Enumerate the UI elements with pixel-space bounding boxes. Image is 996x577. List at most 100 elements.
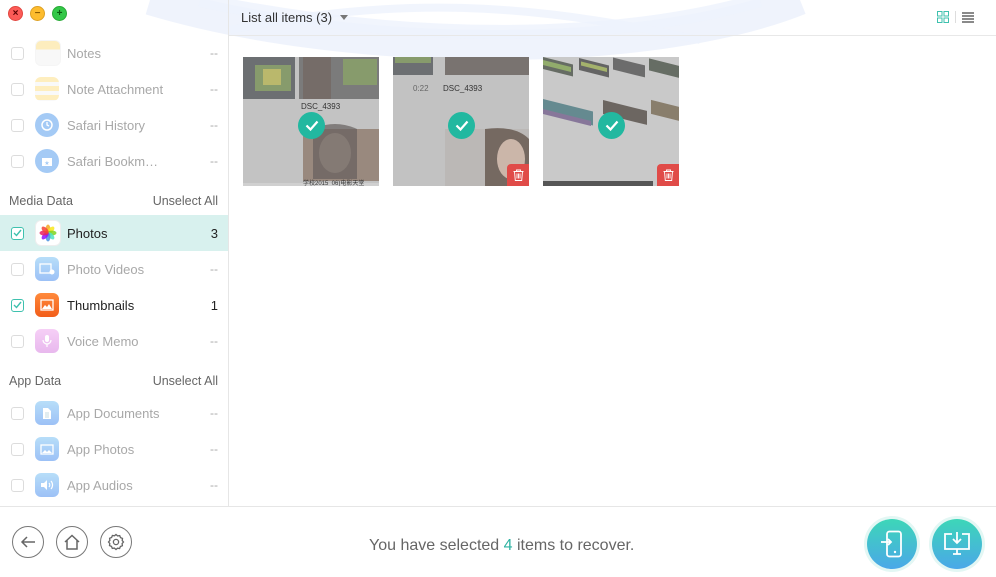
sidebar-item-photos[interactable]: Photos 3 [0, 215, 228, 251]
sidebar-item-app-documents[interactable]: App Documents -- [0, 395, 228, 431]
home-icon [64, 534, 80, 550]
checkbox[interactable] [11, 406, 24, 420]
sidebar-item-photo-videos[interactable]: Photo Videos -- [0, 251, 228, 287]
view-mode-toggle [937, 11, 974, 23]
photo-videos-icon [35, 257, 59, 281]
section-title: Media Data [9, 194, 73, 208]
photo-caption: DSC_4393 [443, 84, 483, 93]
trash-icon [513, 169, 523, 181]
note-attachment-icon [35, 77, 59, 101]
photo-thumbnail[interactable] [543, 57, 679, 186]
item-count: -- [210, 406, 218, 420]
item-count: -- [210, 82, 218, 96]
item-count: -- [210, 154, 218, 168]
recover-to-device-button[interactable] [867, 519, 917, 569]
list-view-icon[interactable] [962, 11, 974, 23]
checkbox[interactable] [11, 118, 24, 132]
app-audios-icon [35, 473, 59, 497]
checkbox[interactable] [11, 154, 24, 168]
sidebar-item-thumbnails[interactable]: Thumbnails 1 [0, 287, 228, 323]
app-photos-icon [35, 437, 59, 461]
media-data-section-header: Media Data Unselect All [0, 190, 228, 214]
photo-grid: DSC_4393 学校2015_06)电影天堂www.dy… 0:22 DSC_… [243, 57, 679, 186]
selected-check-icon[interactable] [448, 112, 475, 139]
checkbox[interactable] [11, 262, 24, 276]
delete-button[interactable] [657, 164, 679, 186]
sidebar-item-label: App Documents [67, 405, 160, 421]
selected-check-icon[interactable] [598, 112, 625, 139]
check-icon [13, 301, 22, 309]
photos-icon [35, 220, 61, 246]
checkbox[interactable] [11, 298, 24, 312]
sidebar-item-app-photos[interactable]: App Photos -- [0, 431, 228, 467]
selected-count: 4 [503, 537, 513, 554]
divider [955, 11, 956, 23]
sidebar-item-label: Note Attachment [67, 81, 164, 97]
checkbox[interactable] [11, 442, 24, 456]
trash-icon [663, 169, 673, 181]
selection-status: You have selected 4 items to recover. [369, 537, 634, 555]
section-title: App Data [9, 374, 62, 388]
settings-button[interactable] [100, 526, 132, 558]
sidebar-item-label: Thumbnails [67, 297, 135, 313]
maximize-window-button[interactable]: + [52, 6, 67, 21]
photo-caption: 学校2015_06)电影天堂www.dy… [303, 181, 365, 186]
sidebar-item-label: Photos [67, 225, 108, 241]
computer-download-icon [944, 532, 970, 555]
sidebar-item-safari-bookmark[interactable]: ★ Safari Bookm… -- [0, 143, 228, 179]
sidebar-item-voice-memo[interactable]: Voice Memo -- [0, 323, 228, 359]
thumbnails-icon [35, 293, 59, 317]
checkbox[interactable] [11, 478, 24, 492]
safari-history-icon [35, 113, 59, 137]
chevron-down-icon [340, 15, 349, 20]
toolbar: List all items (3) [229, 0, 996, 36]
footer-bar: You have selected 4 items to recover. [0, 506, 996, 577]
sidebar-item-label: Safari Bookm… [67, 153, 159, 169]
home-button[interactable] [56, 526, 88, 558]
checkbox[interactable] [11, 226, 24, 240]
sidebar-item-label: Safari History [67, 117, 146, 133]
arrow-left-icon [20, 536, 35, 548]
checkbox[interactable] [11, 46, 24, 60]
selected-check-icon[interactable] [298, 112, 325, 139]
gear-icon [107, 533, 125, 551]
status-prefix: You have selected [369, 537, 504, 554]
sidebar-item-label: Notes [67, 45, 101, 61]
back-button[interactable] [12, 526, 44, 558]
close-window-button[interactable]: × [8, 6, 23, 21]
item-count: 3 [210, 225, 218, 241]
voice-memo-icon [35, 329, 59, 353]
item-count: -- [210, 262, 218, 276]
unselect-all-media-button[interactable]: Unselect All [153, 194, 218, 208]
sidebar-item-app-audios[interactable]: App Audios -- [0, 467, 228, 503]
safari-bookmark-icon: ★ [35, 149, 59, 173]
sidebar-item-label: App Audios [67, 477, 133, 493]
photo-thumbnail[interactable]: 0:22 DSC_4393 [393, 57, 529, 186]
photo-caption: DSC_4393 [301, 102, 341, 111]
svg-text:★: ★ [44, 160, 49, 167]
checkbox[interactable] [11, 334, 24, 348]
checkbox[interactable] [11, 82, 24, 96]
sidebar-item-note-attachment[interactable]: Note Attachment -- [0, 71, 228, 107]
recover-to-computer-button[interactable] [932, 519, 982, 569]
window-controls: × − + [8, 6, 67, 21]
sidebar-item-notes[interactable]: Notes -- [0, 35, 228, 71]
notes-icon [35, 40, 61, 66]
grid-view-icon[interactable] [937, 11, 949, 23]
item-count: -- [210, 334, 218, 348]
item-count: 1 [210, 297, 218, 313]
sidebar-item-safari-history[interactable]: Safari History -- [0, 107, 228, 143]
item-count: -- [210, 442, 218, 456]
item-count: -- [210, 118, 218, 132]
sidebar-item-label: Voice Memo [67, 333, 139, 349]
delete-button[interactable] [507, 164, 529, 186]
sidebar-item-label: Photo Videos [67, 261, 145, 277]
minimize-window-button[interactable]: − [30, 6, 45, 21]
filter-dropdown[interactable]: List all items (3) [241, 10, 349, 25]
app-documents-icon [35, 401, 59, 425]
sidebar-item-label: App Photos [67, 441, 135, 457]
photo-thumbnail[interactable]: DSC_4393 学校2015_06)电影天堂www.dy… [243, 57, 379, 186]
unselect-all-app-button[interactable]: Unselect All [153, 374, 218, 388]
item-count: -- [210, 46, 218, 60]
item-count: -- [210, 478, 218, 492]
